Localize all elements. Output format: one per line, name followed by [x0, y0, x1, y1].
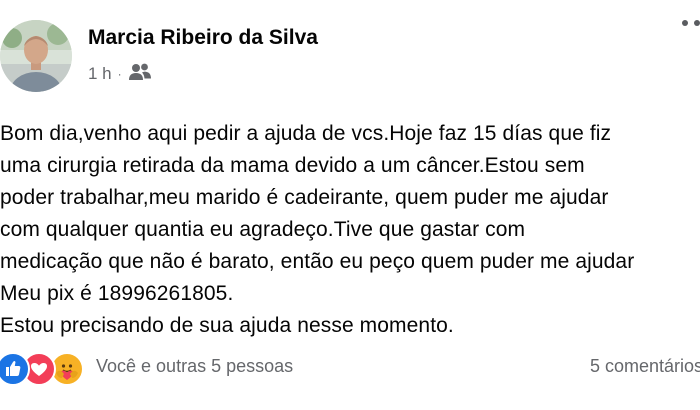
reactions-summary[interactable]: Você e outras 5 pessoas [96, 356, 293, 377]
reaction-icons[interactable] [0, 352, 92, 386]
post-text: Bom dia,venho aqui pedir a ajuda de vcs.… [0, 118, 700, 342]
post-text-line: Estou precisando de sua ajuda nesse mome… [0, 314, 454, 337]
meta-separator: · [117, 67, 122, 81]
post-author[interactable]: Marcia Ribeiro da Silva [88, 26, 318, 50]
like-reaction-icon [0, 352, 30, 386]
avatar[interactable] [0, 20, 72, 92]
post-text-line: Bom dia,venho aqui pedir a ajuda de vcs.… [0, 122, 612, 145]
facebook-post: Marcia Ribeiro da Silva 1 h · Bom dia,ve… [0, 0, 700, 410]
post-text-line: poder trabalhar,meu marido é cadeirante,… [0, 186, 609, 209]
post-meta: 1 h · [88, 62, 152, 86]
comments-count[interactable]: 5 comentários [590, 356, 700, 377]
post-text-line: Meu pix é 18996261805. [0, 282, 234, 305]
friends-icon[interactable] [128, 62, 152, 87]
post-text-line: uma cirurgia retirada da mama devido a u… [0, 154, 585, 177]
reactions-bar: Você e outras 5 pessoas 5 comentários [0, 350, 700, 386]
profile-photo [0, 20, 72, 92]
more-dot [682, 20, 688, 26]
more-options-icon[interactable] [670, 20, 700, 44]
post-text-line: com qualquer quantia eu agradeço.Tive qu… [0, 218, 526, 241]
more-dot [694, 20, 700, 26]
post-text-line: medicação que não é barato, então eu peç… [0, 250, 635, 273]
post-time[interactable]: 1 h [88, 64, 112, 84]
